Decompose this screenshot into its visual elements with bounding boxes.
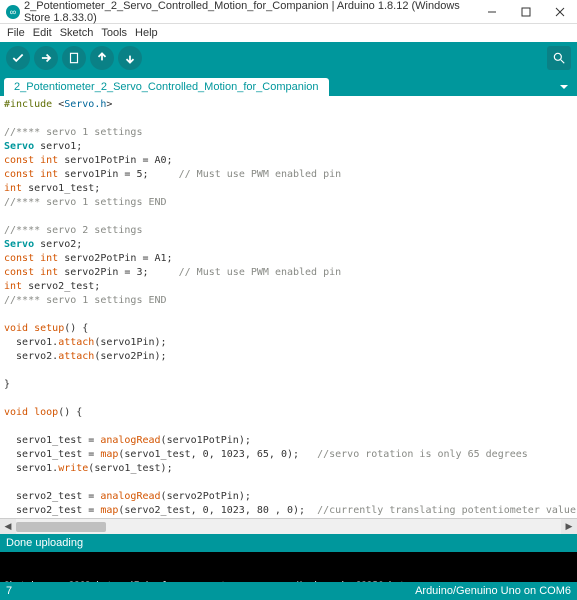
menu-help[interactable]: Help xyxy=(132,27,161,39)
maximize-button[interactable] xyxy=(511,3,541,21)
code-line[interactable]: servo2_test = analogRead(servo2PotPin); xyxy=(4,490,573,504)
code-line[interactable]: //**** servo 1 settings END xyxy=(4,196,573,210)
window-title: 2_Potentiometer_2_Servo_Controlled_Motio… xyxy=(24,0,477,24)
menu-tools[interactable]: Tools xyxy=(98,27,130,39)
open-button[interactable] xyxy=(90,46,114,70)
minimize-button[interactable] xyxy=(477,3,507,21)
scroll-right-button[interactable]: ▶ xyxy=(561,519,577,535)
code-line[interactable] xyxy=(4,112,573,126)
compiler-console: Sketch uses 2382 bytes (7%) of program s… xyxy=(0,552,577,582)
horizontal-scrollbar: ◀ ▶ xyxy=(0,518,577,534)
save-button[interactable] xyxy=(118,46,142,70)
code-line[interactable]: //**** servo 1 settings xyxy=(4,126,573,140)
menu-sketch[interactable]: Sketch xyxy=(57,27,97,39)
code-line[interactable]: //**** servo 1 settings END xyxy=(4,294,573,308)
code-line[interactable] xyxy=(4,392,573,406)
menu-edit[interactable]: Edit xyxy=(30,27,55,39)
line-number: 7 xyxy=(6,585,12,597)
code-line[interactable]: int servo2_test; xyxy=(4,280,573,294)
code-line[interactable]: void setup() { xyxy=(4,322,573,336)
code-line[interactable]: } xyxy=(4,378,573,392)
code-line[interactable]: //**** servo 2 settings xyxy=(4,224,573,238)
code-line[interactable] xyxy=(4,420,573,434)
code-line[interactable]: servo2.attach(servo2Pin); xyxy=(4,350,573,364)
code-line[interactable]: void loop() { xyxy=(4,406,573,420)
code-line[interactable]: const int servo1Pin = 5; // Must use PWM… xyxy=(4,168,573,182)
code-line[interactable]: Servo servo1; xyxy=(4,140,573,154)
code-line[interactable]: servo2_test = map(servo2_test, 0, 1023, … xyxy=(4,504,573,518)
close-button[interactable] xyxy=(545,3,575,21)
status-bar: Done uploading xyxy=(0,534,577,552)
scroll-left-button[interactable]: ◀ xyxy=(0,519,16,535)
scroll-thumb[interactable] xyxy=(16,522,106,532)
menu-bar: File Edit Sketch Tools Help xyxy=(0,24,577,42)
code-line[interactable] xyxy=(4,210,573,224)
footer-bar: 7 Arduino/Genuino Uno on COM6 xyxy=(0,582,577,600)
code-line[interactable]: int servo1_test; xyxy=(4,182,573,196)
code-line[interactable]: const int servo1PotPin = A0; xyxy=(4,154,573,168)
tab-menu-button[interactable] xyxy=(555,78,573,96)
arduino-app-icon xyxy=(6,5,20,19)
window-controls xyxy=(477,3,575,21)
code-line[interactable] xyxy=(4,476,573,490)
active-tab[interactable]: 2_Potentiometer_2_Servo_Controlled_Motio… xyxy=(4,78,329,96)
upload-button[interactable] xyxy=(34,46,58,70)
code-line[interactable] xyxy=(4,308,573,322)
toolbar xyxy=(0,42,577,74)
verify-button[interactable] xyxy=(6,46,30,70)
tab-bar: 2_Potentiometer_2_Servo_Controlled_Motio… xyxy=(0,74,577,96)
status-text: Done uploading xyxy=(6,537,83,549)
code-line[interactable]: #include <Servo.h> xyxy=(4,98,573,112)
code-line[interactable] xyxy=(4,364,573,378)
code-line[interactable]: Servo servo2; xyxy=(4,238,573,252)
serial-monitor-button[interactable] xyxy=(547,46,571,70)
code-editor[interactable]: #include <Servo.h> //**** servo 1 settin… xyxy=(0,96,577,518)
code-line[interactable]: const int servo2Pin = 3; // Must use PWM… xyxy=(4,266,573,280)
scroll-track[interactable] xyxy=(16,520,561,534)
code-line[interactable]: servo1_test = analogRead(servo1PotPin); xyxy=(4,434,573,448)
code-line[interactable]: servo1_test = map(servo1_test, 0, 1023, … xyxy=(4,448,573,462)
window-title-bar: 2_Potentiometer_2_Servo_Controlled_Motio… xyxy=(0,0,577,24)
code-line[interactable]: servo1.attach(servo1Pin); xyxy=(4,336,573,350)
code-line[interactable]: const int servo2PotPin = A1; xyxy=(4,252,573,266)
new-button[interactable] xyxy=(62,46,86,70)
board-port-label: Arduino/Genuino Uno on COM6 xyxy=(415,585,571,597)
code-line[interactable]: servo1.write(servo1_test); xyxy=(4,462,573,476)
menu-file[interactable]: File xyxy=(4,27,28,39)
